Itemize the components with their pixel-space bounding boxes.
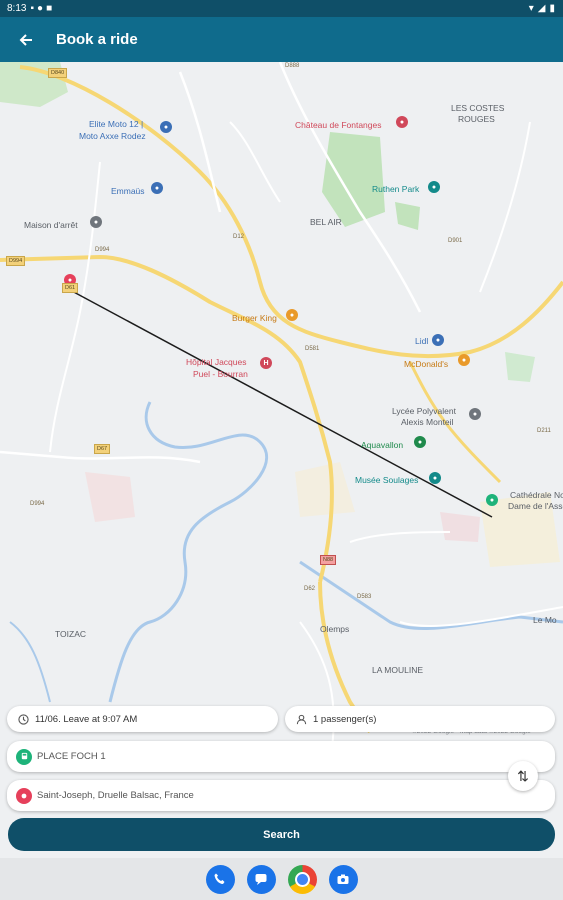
road-label: D901: [448, 238, 463, 244]
road-label: D581: [305, 346, 320, 352]
museum-pin-icon[interactable]: ●: [429, 472, 441, 484]
swap-arrows-icon: ⇅: [517, 767, 529, 784]
map-label: Maison d'arrêt: [24, 220, 78, 230]
signal-icon: ◢: [537, 3, 546, 14]
phone-icon[interactable]: [205, 864, 235, 894]
status-notification-icons: ▪ ● ■: [30, 3, 52, 14]
road-label: D583: [357, 594, 372, 600]
map-label: McDonald's: [404, 359, 449, 369]
map-label: Cathédrale Notre: [510, 490, 563, 500]
map-view[interactable]: ● ● ● ● ● ● ● ● ● H ● ● ● ● Elite Moto 1…: [0, 62, 563, 858]
map-label: Emmaüs: [111, 186, 145, 196]
status-system-icons: ▾ ◢ ▮: [529, 3, 555, 14]
map-label: Le Mo: [533, 615, 557, 625]
passengers-label: 1 passenger(s): [313, 713, 377, 725]
back-arrow-icon[interactable]: [16, 30, 36, 50]
map-label: Musée Soulages: [355, 475, 419, 485]
message-notification-icon: ●: [37, 3, 44, 14]
road-label: D994: [30, 501, 45, 507]
destination-field[interactable]: Saint-Joseph, Druelle Balsac, France: [7, 780, 555, 811]
place-pin-icon[interactable]: ●: [414, 436, 426, 448]
school-pin-icon[interactable]: ●: [469, 408, 481, 420]
datetime-selector[interactable]: 11/06. Leave at 9:07 AM: [7, 706, 278, 732]
map-label: Lidl: [415, 336, 429, 346]
map-label: Château de Fontanges: [295, 120, 382, 130]
datetime-label: 11/06. Leave at 9:07 AM: [35, 713, 138, 725]
map-label: BEL AIR: [310, 217, 342, 227]
road-label: D62: [304, 586, 316, 592]
road-label: D888: [285, 63, 300, 69]
map-label: Elite Moto 12 |: [89, 119, 144, 129]
origin-map-marker-icon[interactable]: ●: [486, 494, 498, 506]
location-pin-icon: [16, 787, 32, 804]
map-label: Moto Axxe Rodez: [79, 131, 146, 141]
road-shield: D840: [48, 68, 68, 78]
place-pin-icon[interactable]: ●: [90, 216, 102, 228]
clock-icon: [16, 712, 30, 726]
person-icon: [294, 712, 308, 726]
map-label: Dame de l'Assomption: [508, 501, 563, 511]
bus-stop-icon: [16, 748, 32, 765]
passenger-selector[interactable]: 1 passenger(s): [285, 706, 555, 732]
notification-icon: ▪: [30, 3, 35, 14]
map-label: Olemps: [320, 624, 350, 634]
map-canvas: [0, 62, 563, 763]
messages-icon[interactable]: [246, 864, 276, 894]
map-label: Puel - Bourran: [193, 369, 248, 379]
park-pin-icon[interactable]: ●: [428, 181, 440, 193]
android-dock: [0, 858, 563, 900]
search-button-label: Search: [263, 828, 300, 841]
map-label: LA MOULINE: [372, 665, 424, 675]
status-bar: 8:13 ▪ ● ■ ▾ ◢ ▮: [0, 0, 563, 17]
swap-direction-button[interactable]: ⇅: [508, 761, 538, 791]
road-label: D994: [95, 247, 110, 253]
attraction-pin-icon[interactable]: ●: [396, 116, 408, 128]
map-label: Lycée Polyvalent: [392, 406, 456, 416]
restaurant-pin-icon[interactable]: ●: [286, 309, 298, 321]
destination-value: Saint-Joseph, Druelle Balsac, France: [37, 790, 194, 801]
road-shield: D61: [62, 283, 79, 293]
road-shield: D67: [94, 444, 111, 454]
road-shield: N88: [320, 555, 337, 565]
road-label: D211: [537, 428, 551, 434]
wifi-icon: ▾: [528, 3, 534, 14]
map-label: Aquavallon: [361, 440, 404, 450]
app-bar: Book a ride: [0, 17, 563, 62]
camera-icon[interactable]: [328, 864, 358, 894]
map-label: Hôpital Jacques: [186, 357, 247, 367]
restaurant-pin-icon[interactable]: ●: [458, 354, 470, 366]
hospital-pin-icon[interactable]: H: [260, 357, 272, 369]
road-shield: D994: [6, 256, 26, 266]
shopping-pin-icon[interactable]: ●: [160, 121, 172, 133]
page-title: Book a ride: [56, 31, 138, 48]
map-label: Ruthen Park: [372, 184, 420, 194]
origin-value: PLACE FOCH 1: [37, 751, 106, 762]
map-label: ROUGES: [458, 114, 495, 124]
map-label: Burger King: [232, 313, 277, 323]
status-time: 8:13: [7, 3, 27, 14]
search-button[interactable]: Search: [8, 818, 555, 851]
shopping-pin-icon[interactable]: ●: [432, 334, 444, 346]
battery-icon: ▮: [549, 3, 555, 14]
chrome-icon[interactable]: [287, 864, 317, 894]
origin-field[interactable]: PLACE FOCH 1: [7, 741, 555, 772]
shopping-pin-icon[interactable]: ●: [151, 182, 163, 194]
road-label: D12: [233, 234, 245, 240]
map-label: TOIZAC: [55, 629, 87, 639]
map-label: Alexis Monteil: [401, 417, 454, 427]
map-label: LES COSTES: [451, 103, 505, 113]
app-notification-icon: ■: [46, 3, 53, 14]
